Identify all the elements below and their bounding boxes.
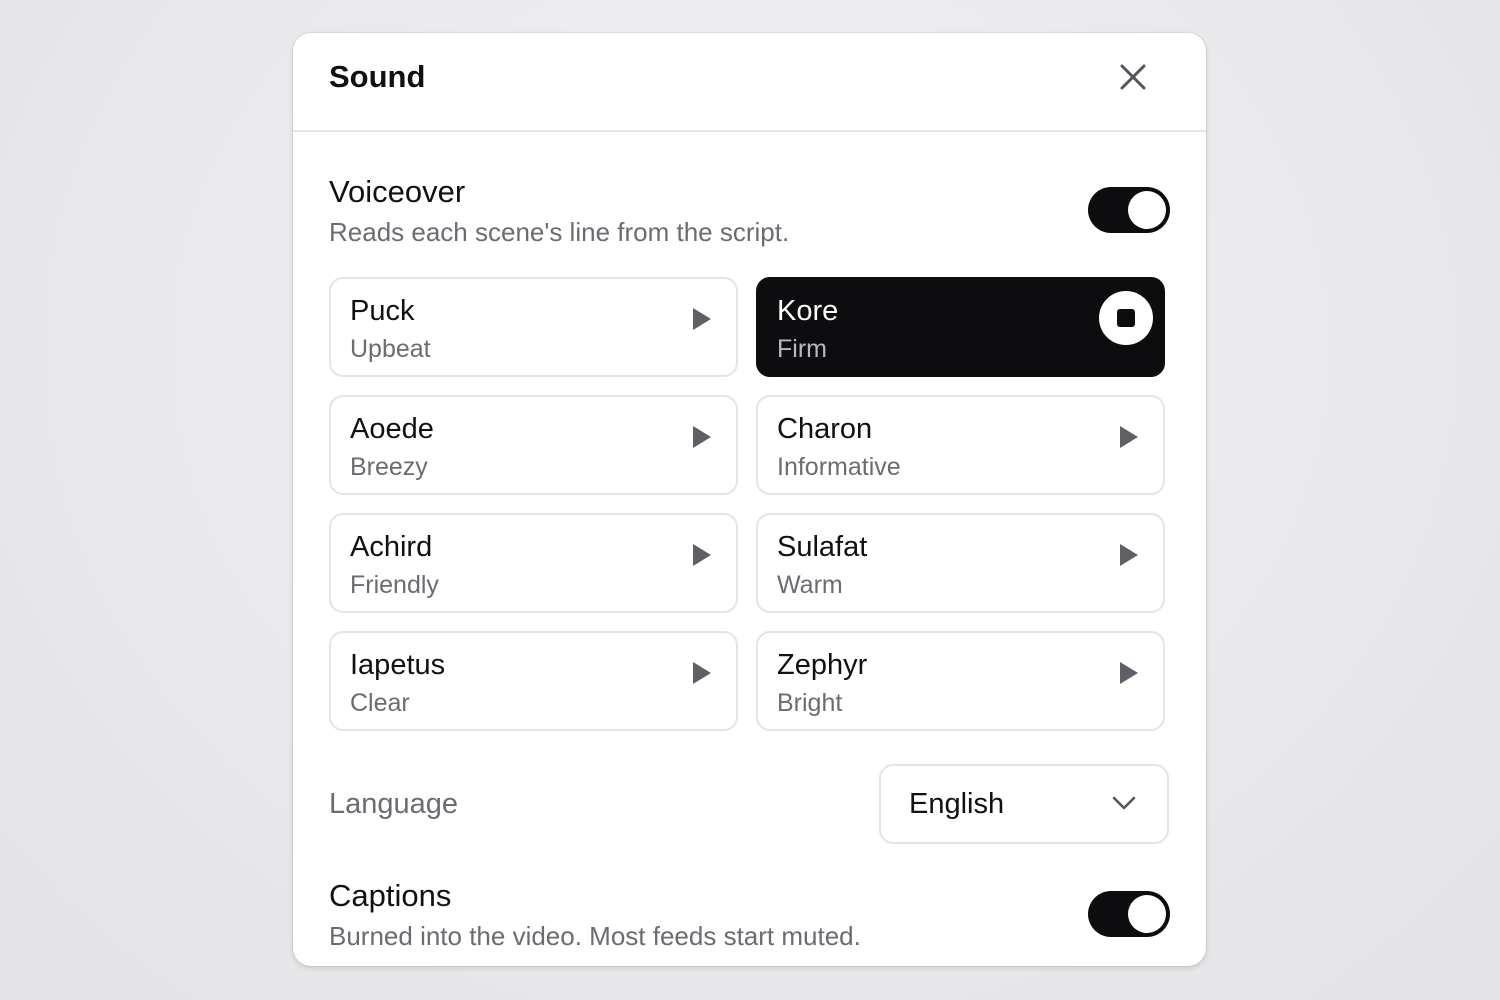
voice-name: Zephyr <box>777 649 868 681</box>
close-button[interactable] <box>1113 57 1153 97</box>
voice-name: Achird <box>350 531 433 563</box>
voice-name: Sulafat <box>777 531 868 563</box>
stop-button[interactable] <box>1099 291 1153 345</box>
play-icon[interactable] <box>1117 541 1141 569</box>
play-icon[interactable] <box>1117 423 1141 451</box>
play-icon[interactable] <box>690 659 714 687</box>
voiceover-description: Reads each scene's line from the script. <box>329 217 790 247</box>
voiceover-toggle[interactable] <box>1088 187 1170 233</box>
language-value: English <box>909 788 1005 820</box>
toggle-knob <box>1128 191 1166 229</box>
voice-card-achird[interactable]: Achird Friendly <box>329 513 738 613</box>
voice-style: Upbeat <box>350 335 431 363</box>
chevron-down-icon <box>1112 796 1136 810</box>
voice-style: Firm <box>777 335 827 363</box>
voice-style: Warm <box>777 571 843 599</box>
voice-style: Clear <box>350 689 410 717</box>
voice-style: Bright <box>777 689 843 717</box>
play-icon[interactable] <box>1117 659 1141 687</box>
voice-name: Puck <box>350 295 415 327</box>
voice-name: Charon <box>777 413 873 445</box>
language-select[interactable]: English <box>879 764 1169 844</box>
voice-name: Aoede <box>350 413 434 445</box>
voice-card-charon[interactable]: Charon Informative <box>756 395 1165 495</box>
voice-name: Iapetus <box>350 649 446 681</box>
language-label: Language <box>329 788 459 820</box>
stop-icon <box>1117 309 1135 327</box>
play-icon[interactable] <box>690 423 714 451</box>
voice-style: Friendly <box>350 571 439 599</box>
captions-title: Captions <box>329 878 452 913</box>
close-icon <box>1120 64 1146 90</box>
voiceover-title: Voiceover <box>329 174 466 209</box>
voice-card-kore[interactable]: Kore Firm <box>756 277 1165 377</box>
play-icon[interactable] <box>690 541 714 569</box>
voice-style: Breezy <box>350 453 428 481</box>
captions-toggle[interactable] <box>1088 891 1170 937</box>
dialog-header: Sound <box>293 33 1206 132</box>
play-icon[interactable] <box>690 305 714 333</box>
voice-card-iapetus[interactable]: Iapetus Clear <box>329 631 738 731</box>
voice-style: Informative <box>777 453 901 481</box>
voice-card-aoede[interactable]: Aoede Breezy <box>329 395 738 495</box>
voice-name: Kore <box>777 295 839 327</box>
dialog-title: Sound <box>329 59 426 94</box>
sound-dialog: Sound Voiceover Reads each scene's line … <box>293 33 1206 966</box>
voice-card-zephyr[interactable]: Zephyr Bright <box>756 631 1165 731</box>
voice-card-puck[interactable]: Puck Upbeat <box>329 277 738 377</box>
toggle-knob <box>1128 895 1166 933</box>
captions-description: Burned into the video. Most feeds start … <box>329 921 861 951</box>
voice-card-sulafat[interactable]: Sulafat Warm <box>756 513 1165 613</box>
